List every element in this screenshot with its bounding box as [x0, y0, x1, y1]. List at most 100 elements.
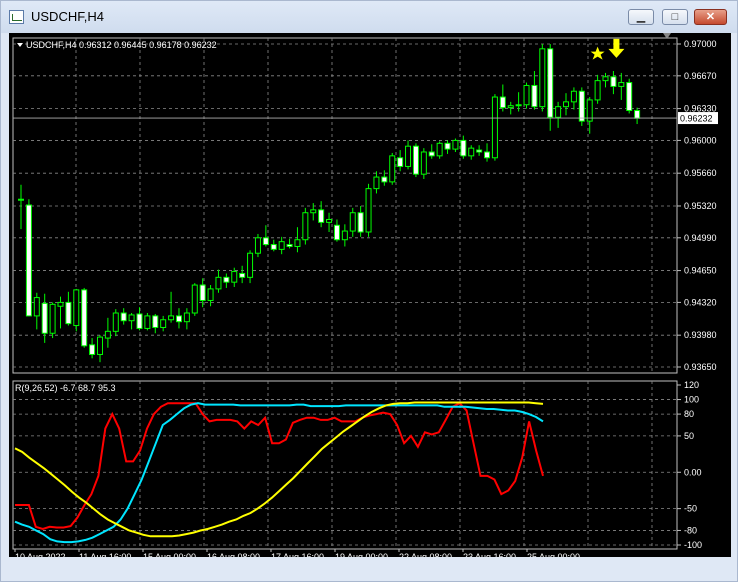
candle-body: [254, 237, 261, 254]
candle-body: [294, 239, 301, 247]
candle-body: [302, 212, 309, 241]
chart-window: USDCHF,H4 ▁ □ ✕ 0.97000 0.96670 0.96330 0.9…: [0, 0, 738, 582]
price-tick-label: 0.95320: [684, 201, 717, 211]
candle-body: [373, 176, 380, 190]
candle-body: [136, 313, 143, 329]
candle-body: [389, 155, 396, 183]
candle-body: [73, 289, 80, 327]
price-tick-label: 0.96000: [684, 135, 717, 145]
indicator-tick-label: -50: [684, 504, 697, 514]
current-price-label: 0.96232: [680, 114, 713, 124]
candle-body: [570, 90, 577, 103]
candle-body: [436, 142, 443, 157]
candle-body: [25, 204, 32, 317]
candle-body: [428, 151, 435, 157]
time-axis-label: 19 Aug 00:00: [335, 552, 388, 557]
candle-body: [515, 104, 522, 107]
maximize-button[interactable]: □: [662, 9, 688, 25]
indicator-tick-label: -80: [684, 525, 697, 535]
candle-body: [507, 105, 514, 109]
candle-body: [168, 315, 175, 321]
candle-body: [128, 314, 135, 322]
dropdown-icon: [17, 43, 23, 47]
time-axis-label: 10 Aug 2022: [15, 552, 66, 557]
close-icon: ✕: [705, 11, 716, 23]
candle-body: [318, 209, 325, 223]
candle-body: [610, 76, 617, 87]
candle-body: [405, 145, 412, 167]
candle-body: [286, 244, 293, 247]
candle-body: [444, 142, 451, 150]
chart-svg[interactable]: 0.970000.966700.963300.960000.956600.953…: [9, 33, 731, 557]
time-axis-label: 16 Aug 08:00: [207, 552, 260, 557]
minimize-button[interactable]: ▁: [628, 9, 654, 25]
candle-body: [365, 188, 372, 233]
close-button[interactable]: ✕: [694, 9, 727, 25]
candle-body: [341, 230, 348, 241]
indicator-tick-label: 120: [684, 380, 699, 390]
down-arrow-icon: [608, 38, 625, 58]
indicator-label: R(9,26,52) -6.7 68.7 95.3: [15, 383, 116, 393]
candle-body: [104, 330, 111, 339]
price-tick-label: 0.94320: [684, 297, 717, 307]
candle-body: [262, 237, 269, 246]
candle-body: [349, 212, 356, 232]
candle-body: [602, 76, 609, 82]
candle-body: [594, 80, 601, 101]
price-tick-label: 0.97000: [684, 39, 717, 49]
candle-body: [152, 315, 159, 328]
candle-body: [563, 101, 570, 108]
candle-body: [484, 151, 491, 159]
time-axis-label: 15 Aug 00:00: [143, 552, 196, 557]
candle-body: [310, 209, 317, 214]
candle-body: [412, 145, 419, 175]
candle-body: [491, 96, 498, 159]
candle-body: [499, 96, 506, 109]
candle-body: [626, 82, 633, 112]
time-axis-label: 17 Aug 16:00: [271, 552, 324, 557]
candle-body: [183, 312, 190, 323]
price-panel-frame: [12, 37, 678, 374]
candle-body: [65, 301, 72, 325]
time-axis-label: 25 Aug 00:00: [527, 552, 580, 557]
indicator-tick-label: 100: [684, 395, 699, 405]
candle-body: [41, 302, 48, 334]
title-bar[interactable]: USDCHF,H4 ▁ □ ✕: [1, 1, 737, 33]
candle-body: [476, 149, 483, 153]
candle-body: [460, 139, 467, 157]
candle-body: [57, 301, 64, 307]
window-title: USDCHF,H4: [31, 9, 104, 24]
indicator-tick-label: -100: [684, 540, 702, 550]
time-axis-label: 11 Aug 16:00: [79, 552, 131, 557]
candle-body: [199, 284, 206, 301]
price-tick-label: 0.95660: [684, 168, 717, 178]
candle-body: [112, 312, 119, 332]
candle-body: [223, 276, 230, 283]
chart-area[interactable]: 0.97000 0.96670 0.96330 0.96000 0.95660 0.953…: [9, 33, 731, 557]
candle-body: [96, 336, 103, 355]
candle-body: [618, 82, 625, 87]
time-axis-label: 23 Aug 16:00: [463, 552, 516, 557]
candle-body: [175, 315, 182, 323]
chart-icon: [9, 10, 24, 24]
candle-body: [381, 176, 388, 183]
time-axis-label: 22 Aug 08:00: [399, 552, 452, 557]
candle-body: [144, 315, 151, 329]
candle-body: [420, 151, 427, 175]
candle-body: [468, 147, 475, 157]
indicator-tick-label: 0.00: [684, 467, 702, 477]
maximize-icon: □: [671, 11, 679, 23]
candle-body: [18, 198, 24, 201]
candle-body: [531, 84, 538, 108]
candle-body: [120, 312, 127, 322]
candle-body: [555, 106, 562, 118]
price-tick-label: 0.94650: [684, 266, 717, 276]
candle-body: [239, 272, 246, 278]
yellow-line-series: [14, 401, 544, 538]
minimize-icon: ▁: [636, 11, 646, 23]
candle-body: [89, 344, 96, 355]
candle-body: [215, 276, 222, 290]
price-tick-label: 0.96670: [684, 71, 717, 81]
candle-body: [357, 212, 364, 233]
indicator-tick-label: 80: [684, 409, 694, 419]
